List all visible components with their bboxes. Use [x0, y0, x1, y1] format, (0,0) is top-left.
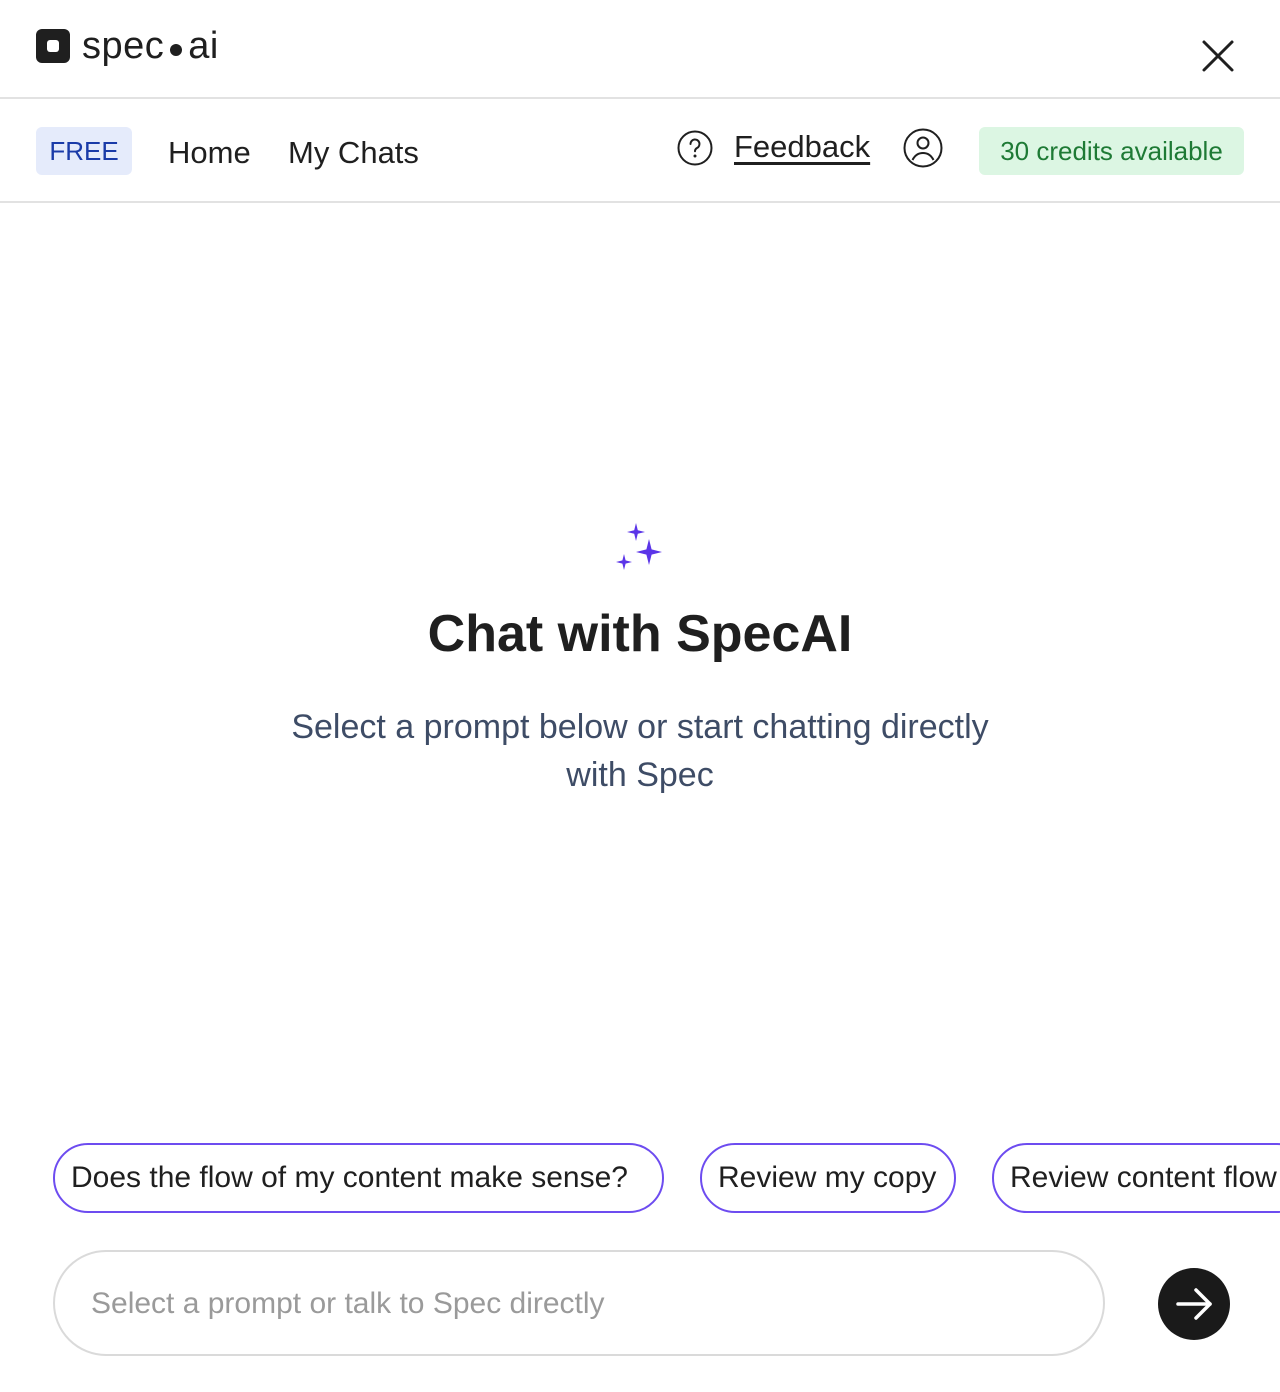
help-circle-icon[interactable] — [676, 129, 714, 167]
send-button[interactable] — [1158, 1268, 1230, 1340]
nav-home-link[interactable]: Home — [168, 133, 251, 173]
title-bar: spec ai — [0, 0, 1280, 99]
brand-name-left: spec — [82, 25, 165, 67]
arrow-right-icon — [1176, 1288, 1212, 1320]
spec-logo-icon — [36, 29, 70, 63]
feedback-link[interactable]: Feedback — [734, 127, 870, 167]
page-subtitle: Select a prompt below or start chatting … — [291, 708, 989, 794]
sparkle-icon — [616, 523, 662, 570]
prompt-chip-row: Does the flow of my content make sense? … — [0, 1143, 1280, 1217]
close-icon[interactable] — [1196, 34, 1240, 78]
message-input[interactable] — [89, 1252, 1073, 1356]
brand-logo: spec ai — [36, 26, 219, 66]
plan-badge: FREE — [36, 127, 132, 175]
page-title: Chat with SpecAI — [427, 605, 853, 663]
brand-name-right: ai — [188, 25, 219, 67]
prompt-chip[interactable]: Review content flow — [992, 1143, 1280, 1213]
credits-badge: 30 credits available — [979, 127, 1244, 175]
brand-wordmark: spec ai — [82, 26, 219, 66]
nav-bar: FREE Home My Chats Feedback 30 credits a… — [0, 99, 1280, 203]
prompt-chip[interactable]: Does the flow of my content make sense? — [53, 1143, 664, 1213]
nav-my-chats-link[interactable]: My Chats — [288, 133, 419, 173]
brand-dot — [170, 44, 183, 56]
user-circle-icon[interactable] — [902, 127, 944, 169]
prompt-chip[interactable]: Review my copy — [700, 1143, 956, 1213]
specai-chat-panel: spec ai FREE Home My Chats Feedback 30 c… — [0, 0, 1280, 1392]
message-input-container — [53, 1250, 1105, 1356]
